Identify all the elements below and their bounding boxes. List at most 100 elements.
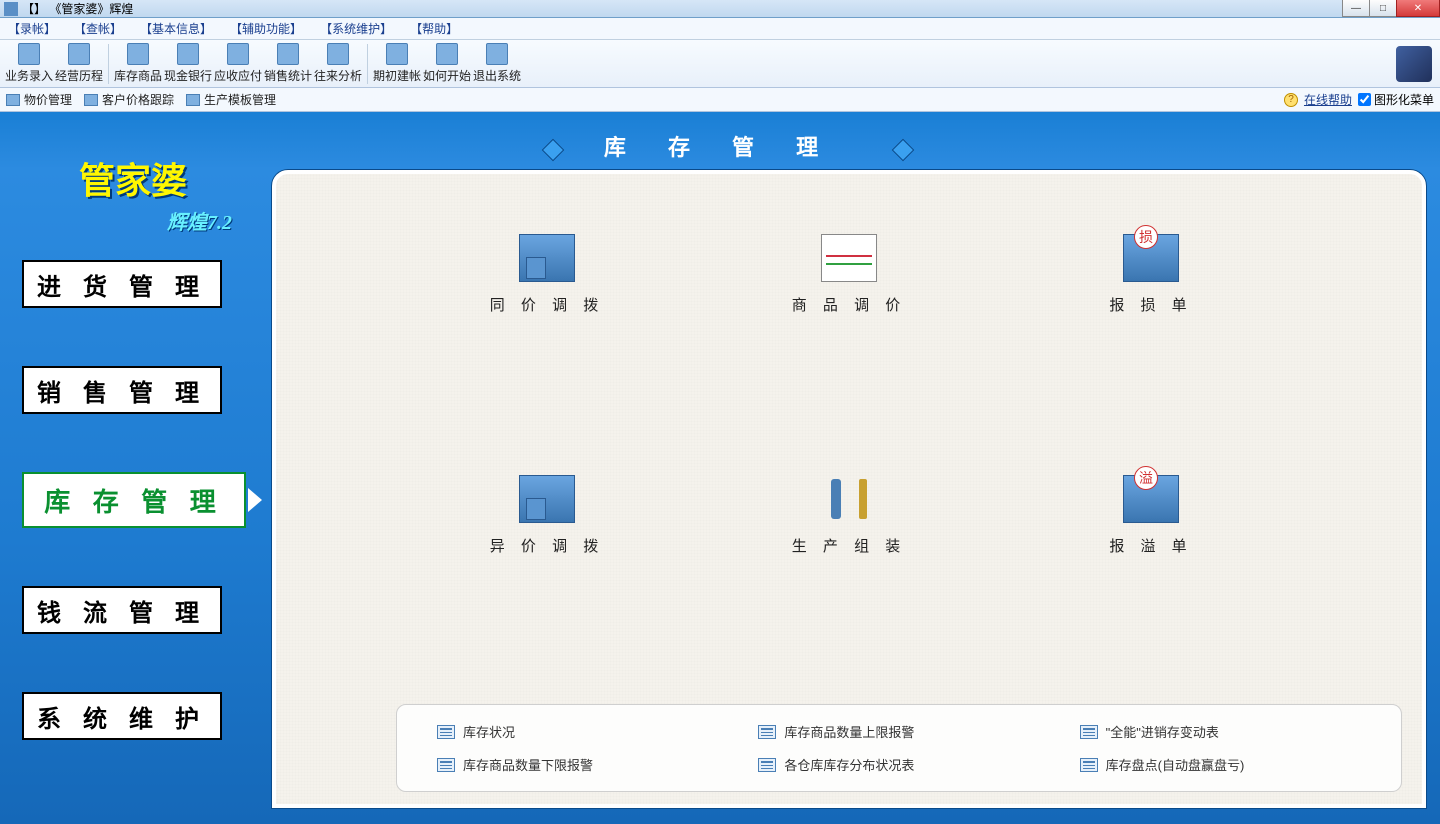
box-icon [127, 43, 149, 65]
document-icon [18, 43, 40, 65]
money-icon [177, 43, 199, 65]
minimize-button[interactable]: — [1342, 0, 1370, 17]
maximize-button[interactable]: □ [1369, 0, 1397, 17]
graphic-menu-label: 图形化菜单 [1374, 91, 1434, 108]
nav-sales[interactable]: 销 售 管 理 [22, 366, 222, 414]
page-title-text: 库 存 管 理 [604, 135, 836, 160]
report-icon [1080, 725, 1098, 739]
report-icon [758, 725, 776, 739]
fn-label: 报 损 单 [1109, 294, 1192, 315]
report-label: 库存商品数量上限报警 [784, 722, 914, 741]
tbtn-exit[interactable]: 退出系统 [472, 41, 522, 87]
report-all-flow[interactable]: "全能"进销存变动表 [1080, 715, 1361, 748]
tbtn-sales-stats[interactable]: 销售统计 [263, 41, 313, 87]
main-panel: 库 存 管 理 管家婆 辉煌7.2 进 货 管 理 销 售 管 理 库 存 管 … [0, 112, 1440, 824]
window-controls: — □ ✕ [1343, 0, 1440, 17]
fn-label: 生 产 组 装 [792, 535, 907, 556]
tbtn-label: 现金银行 [164, 67, 212, 84]
tbtn-opening[interactable]: 期初建帐 [372, 41, 422, 87]
people-icon [327, 43, 349, 65]
logo-line2: 辉煌7.2 [167, 206, 232, 235]
fn-same-price-transfer[interactable]: 同 价 调 拨 [396, 234, 698, 315]
chart-icon [277, 43, 299, 65]
tag-icon [6, 94, 20, 106]
tbtn-business-entry[interactable]: 业务录入 [4, 41, 54, 87]
report-upper-alarm[interactable]: 库存商品数量上限报警 [758, 715, 1039, 748]
fn-overflow-report[interactable]: 报 溢 单 [1000, 475, 1302, 556]
report-label: 库存商品数量下限报警 [463, 755, 593, 774]
fn-reprice[interactable]: 商 品 调 价 [698, 234, 1000, 315]
tbtn-contacts[interactable]: 往来分析 [313, 41, 363, 87]
fn-label: 异 价 调 拨 [490, 535, 605, 556]
menu-aux[interactable]: 【辅助功能】 [230, 20, 302, 37]
warehouse-transfer-icon [519, 475, 575, 523]
ledger-icon [227, 43, 249, 65]
t2-price-mgmt[interactable]: 物价管理 [6, 91, 72, 108]
tbtn-history[interactable]: 经营历程 [54, 41, 104, 87]
main-toolbar: 业务录入 经营历程 库存商品 现金银行 应收应付 销售统计 往来分析 期初建帐 … [0, 40, 1440, 88]
menu-sysmaint[interactable]: 【系统维护】 [320, 20, 392, 37]
menu-help[interactable]: 【帮助】 [410, 20, 458, 37]
question-icon: ? [1284, 93, 1298, 107]
content-panel: 同 价 调 拨 商 品 调 价 报 损 单 异 价 调 拨 生 产 组 装 报 … [272, 170, 1426, 808]
menu-record[interactable]: 【录帐】 [8, 20, 56, 37]
t2-label: 物价管理 [24, 91, 72, 108]
tbtn-label: 退出系统 [473, 67, 521, 84]
tbtn-label: 销售统计 [264, 67, 312, 84]
person-icon [436, 43, 458, 65]
menubar: 【录帐】 【查帐】 【基本信息】 【辅助功能】 【系统维护】 【帮助】 [0, 18, 1440, 40]
nav-label: 销 售 管 理 [37, 373, 207, 408]
t2-customer-price[interactable]: 客户价格跟踪 [84, 91, 174, 108]
tbtn-howto[interactable]: 如何开始 [422, 41, 472, 87]
diamond-icon [888, 142, 902, 156]
side-nav: 进 货 管 理 销 售 管 理 库 存 管 理 钱 流 管 理 系 统 维 护 [22, 260, 238, 740]
report-label: 各仓库库存分布状况表 [784, 755, 914, 774]
fn-loss-report[interactable]: 报 损 单 [1000, 234, 1302, 315]
nav-label: 钱 流 管 理 [37, 593, 207, 628]
report-icon [437, 758, 455, 772]
nav-inventory[interactable]: 库 存 管 理 [22, 472, 246, 528]
fn-label: 同 价 调 拨 [490, 294, 605, 315]
nav-sysmaint[interactable]: 系 统 维 护 [22, 692, 222, 740]
online-help-link[interactable]: 在线帮助 [1304, 91, 1352, 108]
brand-logo: 管家婆 辉煌7.2 [14, 150, 252, 236]
tbtn-label: 业务录入 [5, 67, 53, 84]
report-label: 库存状况 [463, 722, 515, 741]
fn-diff-price-transfer[interactable]: 异 价 调 拨 [396, 475, 698, 556]
report-stock-status[interactable]: 库存状况 [437, 715, 718, 748]
template-icon [186, 94, 200, 106]
graphic-menu-check-input[interactable] [1358, 93, 1371, 106]
report-lower-alarm[interactable]: 库存商品数量下限报警 [437, 748, 718, 781]
report-label: 库存盘点(自动盘赢盘亏) [1106, 755, 1245, 774]
diamond-icon [538, 142, 552, 156]
tbtn-label: 如何开始 [423, 67, 471, 84]
report-stocktake[interactable]: 库存盘点(自动盘赢盘亏) [1080, 748, 1361, 781]
graphic-menu-checkbox[interactable]: 图形化菜单 [1358, 91, 1434, 108]
loss-box-icon [1123, 234, 1179, 282]
report-warehouse-dist[interactable]: 各仓库库存分布状况表 [758, 748, 1039, 781]
tbtn-receivable[interactable]: 应收应付 [213, 41, 263, 87]
menu-query[interactable]: 【查帐】 [74, 20, 122, 37]
t2-prod-template[interactable]: 生产模板管理 [186, 91, 276, 108]
overflow-box-icon [1123, 475, 1179, 523]
fn-assembly[interactable]: 生 产 组 装 [698, 475, 1000, 556]
reports-panel: 库存状况 库存商品数量上限报警 "全能"进销存变动表 库存商品数量下限报警 各仓… [396, 704, 1402, 792]
nav-purchase[interactable]: 进 货 管 理 [22, 260, 222, 308]
function-grid: 同 价 调 拨 商 品 调 价 报 损 单 异 价 调 拨 生 产 组 装 报 … [276, 234, 1422, 556]
nav-label: 系 统 维 护 [37, 699, 207, 734]
secondary-toolbar: 物价管理 客户价格跟踪 生产模板管理 ? 在线帮助 图形化菜单 [0, 88, 1440, 112]
tbtn-label: 库存商品 [114, 67, 162, 84]
toolbar-separator [108, 44, 109, 84]
report-label: "全能"进销存变动表 [1106, 722, 1219, 741]
warehouse-transfer-icon [519, 234, 575, 282]
exit-icon [486, 43, 508, 65]
tbtn-inventory[interactable]: 库存商品 [113, 41, 163, 87]
close-button[interactable]: ✕ [1396, 0, 1440, 17]
fn-label: 商 品 调 价 [792, 294, 907, 315]
nav-cashflow[interactable]: 钱 流 管 理 [22, 586, 222, 634]
tbtn-cash-bank[interactable]: 现金银行 [163, 41, 213, 87]
tbtn-label: 经营历程 [55, 67, 103, 84]
nav-label: 库 存 管 理 [44, 482, 224, 519]
t2-label: 客户价格跟踪 [102, 91, 174, 108]
menu-basic-info[interactable]: 【基本信息】 [140, 20, 212, 37]
